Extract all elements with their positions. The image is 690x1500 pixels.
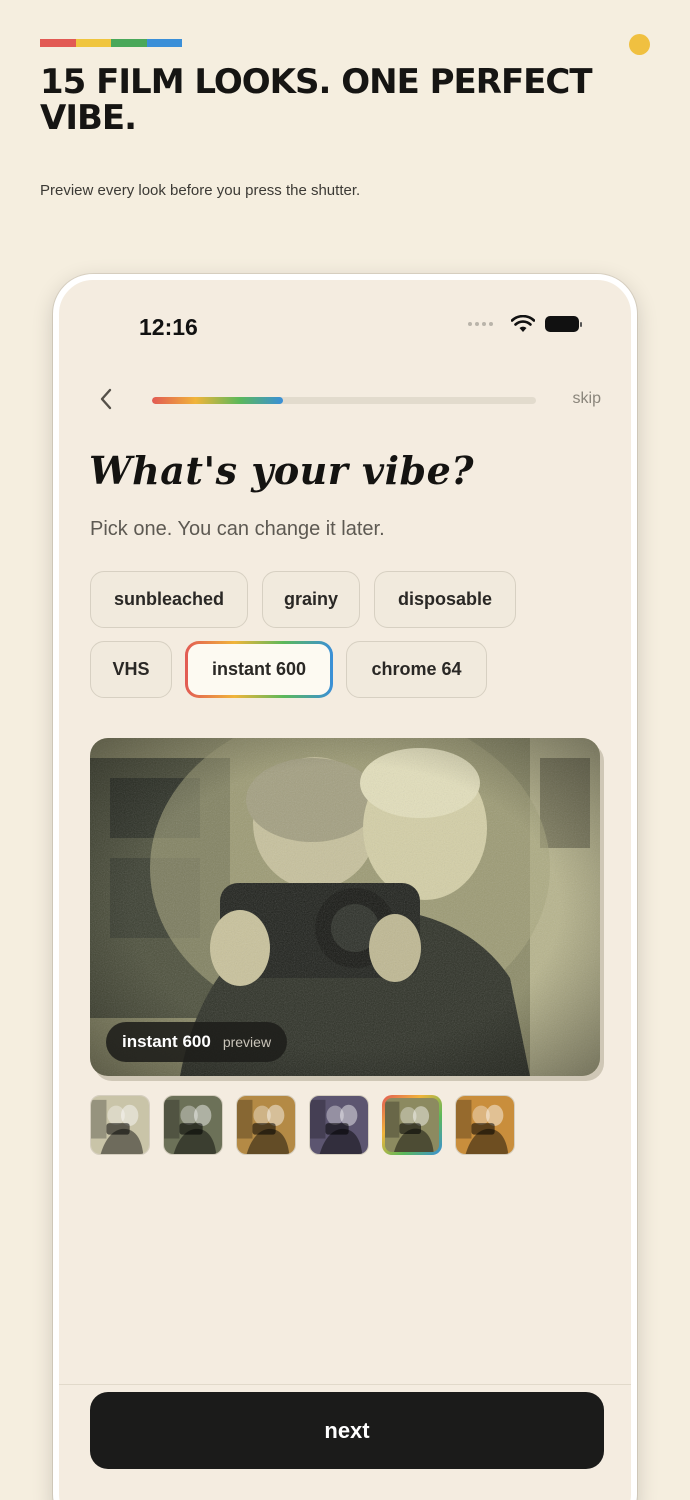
stripe-blue xyxy=(146,39,182,47)
filter-thumbnail-strip xyxy=(90,1095,515,1155)
stripe-red xyxy=(40,39,76,47)
filter-chip-grainy[interactable]: grainy xyxy=(262,571,360,628)
stripe-yellow xyxy=(75,39,111,47)
filter-thumbnail[interactable] xyxy=(309,1095,369,1155)
status-icons xyxy=(468,315,582,333)
filter-chip-sunbleached[interactable]: sunbleached xyxy=(90,571,248,628)
page-subline: Preview every look before you press the … xyxy=(40,182,361,199)
thumbnail-photo xyxy=(164,1096,222,1154)
filter-chip-instant-600[interactable]: instant 600 xyxy=(185,641,333,698)
filter-thumbnail[interactable] xyxy=(455,1095,515,1155)
battery-icon xyxy=(545,316,582,332)
preview-badge: instant 600 preview xyxy=(106,1022,288,1062)
chevron-left-icon[interactable] xyxy=(95,386,119,412)
filter-chip-vhs[interactable]: VHS xyxy=(90,641,172,698)
thumbnail-photo xyxy=(91,1096,149,1154)
filter-chip-chrome-64[interactable]: chrome 64 xyxy=(346,641,487,698)
filter-thumbnail[interactable] xyxy=(90,1095,150,1155)
thumbnail-photo xyxy=(385,1098,439,1152)
vibe-hint: Pick one. You can change it later. xyxy=(90,518,385,540)
footer-divider xyxy=(59,1384,631,1385)
status-time: 12:16 xyxy=(139,314,198,340)
progress-fill xyxy=(152,397,283,404)
stripe-green xyxy=(111,39,147,47)
accent-dot xyxy=(629,34,650,55)
onboarding-progress xyxy=(152,397,536,404)
vibe-title: What's your vibe? xyxy=(89,448,475,493)
page-headline: 15 FILM LOOKS. ONE PERFECT VIBE. xyxy=(40,62,593,138)
thumbnail-photo xyxy=(237,1096,295,1154)
preview-filter-name: instant 600 xyxy=(122,1032,211,1051)
thumbnail-photo xyxy=(310,1096,368,1154)
skip-button[interactable]: skip xyxy=(573,390,601,408)
color-stripe xyxy=(40,39,182,47)
wifi-icon xyxy=(511,315,535,332)
filter-chip-disposable[interactable]: disposable xyxy=(374,571,516,628)
filter-thumbnail[interactable] xyxy=(236,1095,296,1155)
phone-mockup: 12:16 skip What's your vibe? Pick one. Y… xyxy=(53,274,637,1500)
thumbnail-photo xyxy=(456,1096,514,1154)
filter-thumbnail[interactable] xyxy=(163,1095,223,1155)
signal-dots-icon xyxy=(468,322,493,326)
next-button[interactable]: next xyxy=(90,1392,604,1469)
filter-thumbnail[interactable] xyxy=(382,1095,442,1155)
filter-preview-image: instant 600 preview xyxy=(90,738,600,1076)
preview-badge-label: preview xyxy=(222,1034,272,1050)
